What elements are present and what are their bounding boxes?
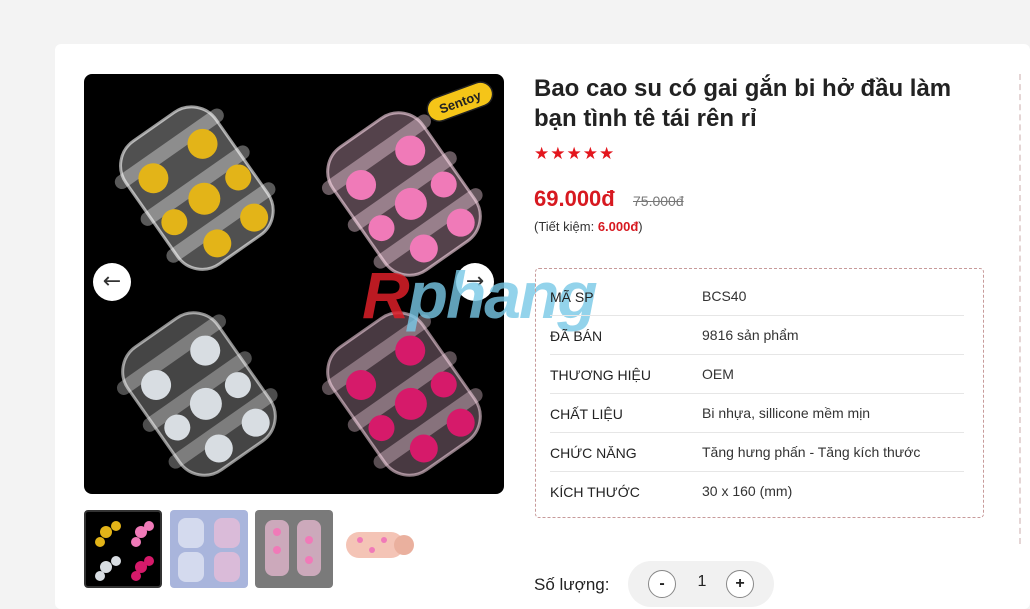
arrow-right-icon: → [465,269,485,294]
current-price: 69.000đ [534,186,615,211]
quantity-stepper: - 1 + [628,561,774,607]
thumbnail-4[interactable] [340,510,418,588]
spec-row-size: Kích thước 30 x 160 (mm) [550,483,793,500]
arrow-left-icon: ← [102,269,122,294]
product-specs-table: Mã SP BCS40 Đã bán 9816 sản phẩm Thương … [535,268,984,518]
spec-row-sku: Mã SP BCS40 [550,277,964,316]
thumbnail-2[interactable] [170,510,248,588]
spec-row-material: Chất liệu Bi nhựa, sillicone mềm mịn [550,394,964,433]
spec-row-brand: Thương hiệu OEM [550,355,964,394]
brand-badge: Sentoy [426,81,494,122]
quantity-decrease-button[interactable]: - [648,570,676,598]
sleeve-white [116,311,278,477]
product-main-image[interactable]: Sentoy [84,74,504,494]
gallery-prev-button[interactable]: ← [93,263,131,301]
quantity-value[interactable]: 1 [692,573,712,591]
sleeve-gold [114,105,276,271]
product-title: Bao cao su có gai gắn bi hở đầu làm bạn … [534,75,952,132]
product-photo: Sentoy [114,81,494,477]
gallery-next-button[interactable]: → [456,263,494,301]
quantity-label: Số lượng: [534,575,610,594]
spec-row-sold: Đã bán 9816 sản phẩm [550,316,964,355]
sleeve-magenta [321,311,483,477]
right-edge-divider [1019,74,1030,544]
thumbnail-1[interactable] [84,510,162,588]
old-price: 75.000đ [633,193,684,209]
quantity-increase-button[interactable]: + [726,570,754,598]
thumbnail-3[interactable] [255,510,333,588]
savings-amount: 6.000đ [597,219,639,234]
savings-text: (Tiết kiệm: 6.000đ) [534,219,643,234]
spec-row-function: Chức năng Tăng hưng phấn - Tăng kích thư… [550,433,964,472]
rating-stars: ★★★★★ [534,144,616,164]
